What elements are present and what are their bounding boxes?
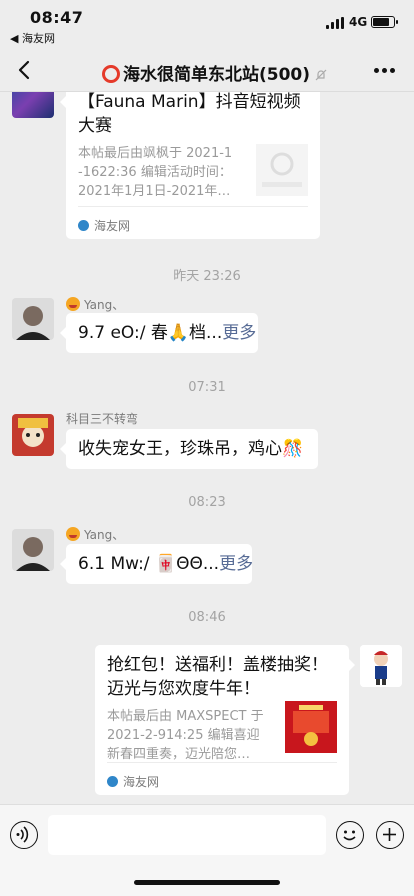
card-source-label: 海友网	[123, 775, 160, 789]
sender-name-text: Yang、	[84, 298, 125, 312]
red-circle-icon	[102, 65, 120, 83]
status-time: 08:47	[30, 8, 84, 27]
message-text: 6.1 Mw:/ 🀄ΘΘ...	[78, 554, 220, 574]
mute-bell-icon	[314, 67, 328, 87]
battery-fill	[373, 18, 390, 26]
time-stamp: 08:46	[188, 610, 226, 625]
message-text: 收失宠女王，珍珠吊，鸡心🎊	[78, 439, 304, 459]
card-divider	[78, 206, 308, 207]
more-options-icon[interactable]	[374, 68, 396, 74]
chat-title: 海水很简单东北站(500)	[102, 60, 328, 87]
card-title-line: 迈光与您欢度牛年！	[107, 679, 260, 699]
time-stamp: 07:31	[188, 380, 226, 395]
card-source: 海友网	[78, 214, 130, 238]
sender-name: 科目三不转弯	[66, 412, 139, 426]
emoji-button[interactable]	[336, 821, 364, 849]
message-text: 9.7 eO:/ 春🙏档...	[78, 323, 223, 343]
card-divider	[107, 762, 337, 763]
nav-bar: 海水很简单东北站(500)	[0, 48, 414, 92]
status-bar: 08:47 ◀ 海友网 4G	[0, 0, 414, 48]
back-to-app-link[interactable]: ◀ 海友网	[10, 30, 55, 46]
card-thumbnail	[285, 701, 337, 753]
source-logo-icon	[78, 220, 89, 231]
avatar[interactable]	[360, 645, 402, 687]
card-source: 海友网	[107, 770, 159, 794]
link-card[interactable]: 抢红包！送福利！盖楼抽奖！ 迈光与您欢度牛年！ 本帖最后由 MAXSPECT 于…	[95, 645, 355, 795]
message-input[interactable]	[48, 815, 326, 855]
sender-name: Yang、	[66, 526, 124, 543]
battery-icon	[371, 16, 398, 28]
card-source-label: 海友网	[94, 219, 131, 233]
card-desc-line: -1622:36 编辑活动时间：	[78, 165, 232, 180]
card-desc-line: 本帖最后由飒枫于 2021-1	[78, 146, 233, 161]
more-link[interactable]: 更多	[219, 554, 253, 574]
time-stamp: 08:23	[188, 495, 226, 510]
chat-title-text: 海水很简单东北站(500)	[123, 65, 311, 85]
back-arrow-icon[interactable]	[14, 58, 36, 82]
network-label: 4G	[349, 15, 368, 29]
sender-name: Yang、	[66, 296, 124, 313]
avatar[interactable]	[12, 298, 54, 340]
emoji-face-icon	[66, 527, 80, 541]
card-title-line: 【Fauna Marin】抖音短视频	[78, 92, 301, 112]
emoji-face-icon	[66, 297, 80, 311]
chat-area[interactable]: 【Fauna Marin】抖音短视频 大赛 本帖最后由飒枫于 2021-1 -1…	[0, 92, 414, 804]
source-logo-icon	[107, 776, 118, 787]
link-card[interactable]: 【Fauna Marin】抖音短视频 大赛 本帖最后由飒枫于 2021-1 -1…	[60, 92, 320, 239]
sender-name-text: Yang、	[84, 528, 125, 542]
card-desc-line: 2021年1月1日-2021年…	[78, 184, 231, 199]
more-link[interactable]: 更多	[222, 323, 256, 343]
card-thumbnail	[256, 144, 308, 196]
card-desc-line: 2021-2-914:25 编辑喜迎	[107, 728, 260, 743]
avatar[interactable]	[12, 414, 54, 456]
home-indicator[interactable]	[134, 880, 280, 885]
voice-input-button[interactable]	[10, 821, 38, 849]
message-bubble[interactable]: 6.1 Mw:/ 🀄ΘΘ...更多	[60, 544, 253, 584]
time-stamp: 昨天 23:26	[173, 269, 241, 284]
plus-button[interactable]	[376, 821, 404, 849]
avatar[interactable]	[12, 529, 54, 571]
avatar[interactable]	[12, 92, 54, 118]
card-title-line: 大赛	[78, 116, 112, 136]
message-bubble[interactable]: 收失宠女王，珍珠吊，鸡心🎊	[60, 429, 318, 469]
card-desc-line: 本帖最后由 MAXSPECT 于	[107, 709, 264, 724]
card-title-line: 抢红包！送福利！盖楼抽奖！	[107, 655, 328, 675]
signal-icon	[326, 17, 344, 29]
message-bubble[interactable]: 9.7 eO:/ 春🙏档...更多	[60, 313, 258, 353]
